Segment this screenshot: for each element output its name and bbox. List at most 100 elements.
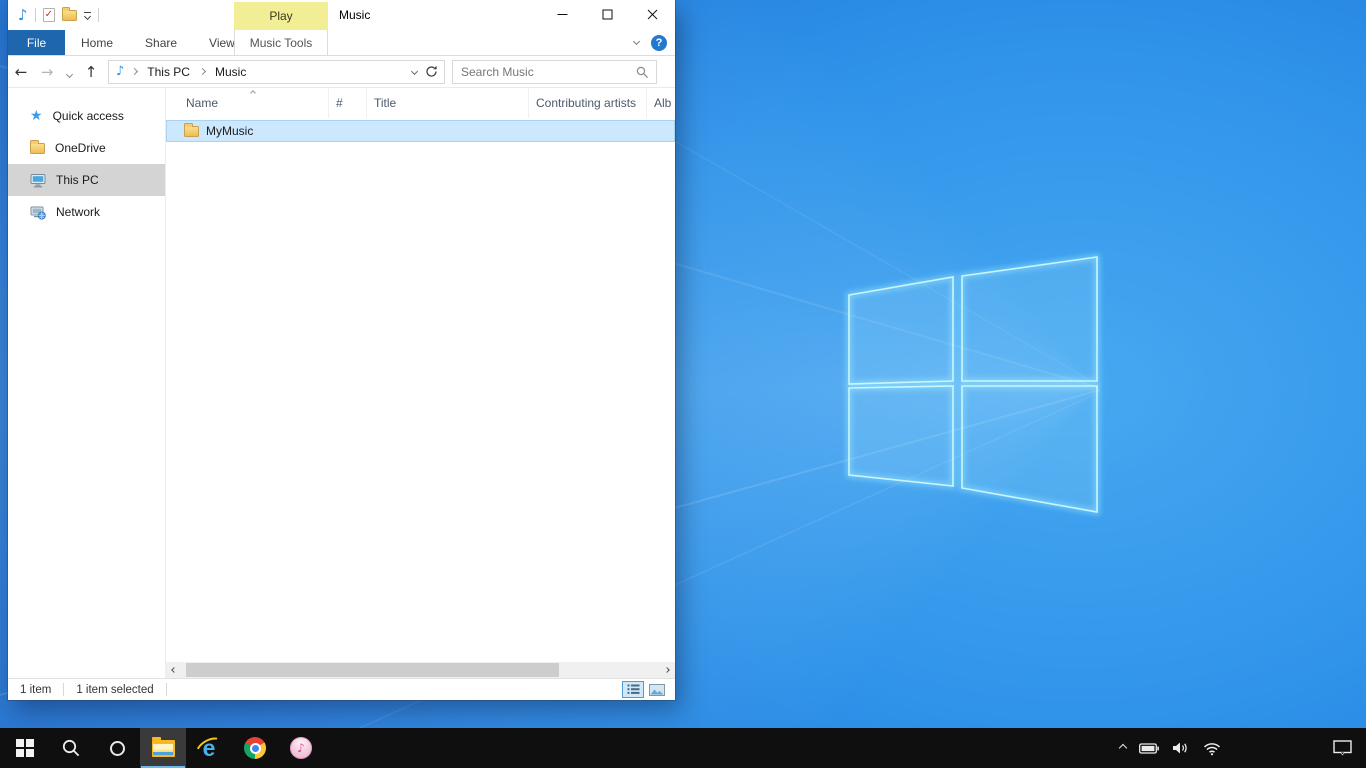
file-name: MyMusic bbox=[206, 124, 253, 138]
chevron-down-icon bbox=[84, 12, 91, 19]
chevron-right-icon bbox=[664, 667, 670, 673]
tab-music-tools[interactable]: Music Tools bbox=[234, 30, 328, 56]
back-button[interactable]: ← bbox=[8, 60, 34, 84]
file-row-mymusic[interactable]: MyMusic bbox=[166, 120, 675, 142]
expand-ribbon-button[interactable] bbox=[634, 39, 639, 44]
search-box bbox=[452, 60, 657, 84]
view-switcher bbox=[622, 681, 675, 698]
properties-icon: ✓ bbox=[43, 8, 55, 22]
column-header-number[interactable]: # bbox=[329, 88, 367, 118]
music-note-location-icon: ♪ bbox=[116, 65, 124, 78]
search-icon bbox=[61, 738, 81, 758]
thumbnails-view-button[interactable] bbox=[646, 681, 668, 698]
scrollbar-thumb[interactable] bbox=[186, 663, 559, 677]
up-button[interactable]: ↑ bbox=[78, 60, 104, 84]
details-view-button[interactable] bbox=[622, 681, 644, 698]
battery-icon bbox=[1139, 743, 1159, 754]
minimize-icon bbox=[557, 9, 568, 20]
wifi-tray-button[interactable] bbox=[1203, 741, 1221, 756]
action-center-icon bbox=[1333, 740, 1352, 756]
thumbnails-view-icon bbox=[649, 684, 665, 696]
ribbon-tabs: File Home Share View Music Tools ? bbox=[8, 30, 675, 56]
column-headers: Name # Title Contributing artists Alb bbox=[166, 88, 675, 118]
column-header-contributing-artists[interactable]: Contributing artists bbox=[529, 88, 647, 118]
refresh-icon bbox=[425, 65, 438, 78]
titlebar[interactable]: ♪ ✓ Play Music bbox=[8, 0, 675, 30]
contextual-tab-play[interactable]: Play bbox=[234, 2, 328, 30]
close-icon bbox=[647, 9, 658, 20]
system-tray bbox=[1120, 728, 1221, 768]
nav-arrows: ← → ↑ bbox=[8, 60, 104, 84]
explorer-window: ♪ ✓ Play Music bbox=[8, 0, 675, 700]
breadcrumb-this-pc[interactable]: This PC bbox=[145, 65, 192, 79]
start-button[interactable] bbox=[2, 728, 48, 768]
chevron-left-icon bbox=[171, 667, 177, 673]
file-explorer-icon bbox=[152, 740, 175, 757]
recent-locations-button[interactable] bbox=[60, 60, 78, 84]
separator bbox=[166, 683, 167, 696]
new-folder-button[interactable] bbox=[62, 10, 77, 21]
breadcrumb-music[interactable]: Music bbox=[213, 65, 248, 79]
search-icon[interactable] bbox=[636, 66, 649, 79]
properties-button[interactable]: ✓ bbox=[43, 8, 55, 22]
tab-share[interactable]: Share bbox=[129, 30, 193, 55]
taskbar-file-explorer-button[interactable] bbox=[140, 728, 186, 768]
horizontal-scrollbar[interactable] bbox=[166, 662, 675, 678]
breadcrumb-chevron-icon bbox=[131, 68, 138, 75]
maximize-button[interactable] bbox=[585, 0, 630, 29]
sidebar-item-label: Quick access bbox=[53, 109, 124, 123]
selected-count: 1 item selected bbox=[64, 684, 165, 696]
sidebar-item-network[interactable]: Network bbox=[8, 196, 165, 228]
minimize-button[interactable] bbox=[540, 0, 585, 29]
maximize-icon bbox=[602, 9, 613, 20]
taskbar-chrome-button[interactable] bbox=[232, 728, 278, 768]
windows-start-icon bbox=[16, 739, 34, 757]
navigation-toolbar: ← → ↑ ♪ This PC Music bbox=[8, 56, 675, 88]
action-center-button[interactable] bbox=[1333, 728, 1352, 768]
tab-file[interactable]: File bbox=[8, 30, 65, 55]
chevron-up-icon bbox=[1119, 744, 1127, 752]
file-list-body[interactable]: MyMusic bbox=[166, 118, 675, 662]
sidebar-item-this-pc[interactable]: This PC bbox=[8, 164, 165, 196]
new-folder-icon bbox=[62, 10, 77, 21]
internet-explorer-icon: e bbox=[196, 736, 222, 760]
help-button[interactable]: ? bbox=[651, 35, 667, 51]
sidebar-item-quick-access[interactable]: ★ Quick access bbox=[8, 100, 165, 132]
customize-quick-access-button[interactable] bbox=[84, 12, 91, 19]
status-bar: 1 item 1 item selected bbox=[8, 678, 675, 700]
column-header-title[interactable]: Title bbox=[367, 88, 529, 118]
refresh-button[interactable] bbox=[425, 65, 438, 78]
column-label: Alb bbox=[647, 96, 671, 110]
column-header-name[interactable]: Name bbox=[166, 88, 329, 118]
search-input[interactable] bbox=[453, 61, 656, 83]
column-label: Name bbox=[166, 96, 218, 110]
navigation-pane: ★ Quick access OneDrive This PC bbox=[8, 88, 165, 678]
column-header-album[interactable]: Alb bbox=[647, 88, 675, 118]
volume-icon bbox=[1172, 741, 1190, 755]
file-list-pane: Name # Title Contributing artists Alb bbox=[166, 88, 675, 678]
taskbar-search-button[interactable] bbox=[48, 728, 94, 768]
scroll-left-button[interactable] bbox=[166, 662, 182, 678]
forward-button[interactable]: → bbox=[34, 60, 60, 84]
breadcrumb-chevron-icon bbox=[199, 68, 206, 75]
volume-tray-button[interactable] bbox=[1172, 741, 1190, 755]
taskbar: e ♪ bbox=[0, 728, 1366, 768]
tab-home[interactable]: Home bbox=[65, 30, 129, 55]
taskbar-internet-explorer-button[interactable]: e bbox=[186, 728, 232, 768]
address-bar[interactable]: ♪ This PC Music bbox=[108, 60, 445, 84]
content-area: ★ Quick access OneDrive This PC bbox=[8, 88, 675, 678]
cortana-button[interactable] bbox=[94, 728, 140, 768]
sort-ascending-icon bbox=[250, 90, 256, 96]
taskbar-itunes-button[interactable]: ♪ bbox=[278, 728, 324, 768]
sidebar-item-onedrive[interactable]: OneDrive bbox=[8, 132, 165, 164]
show-hidden-icons-button[interactable] bbox=[1120, 745, 1126, 751]
battery-tray-button[interactable] bbox=[1139, 743, 1159, 754]
column-label: Contributing artists bbox=[529, 96, 636, 110]
chrome-icon bbox=[244, 737, 266, 759]
scroll-right-button[interactable] bbox=[659, 662, 675, 678]
screen: ♪ ✓ Play Music bbox=[0, 0, 1366, 768]
wifi-icon bbox=[1203, 741, 1221, 756]
close-button[interactable] bbox=[630, 0, 675, 29]
address-dropdown-button[interactable] bbox=[412, 69, 417, 74]
column-label: Title bbox=[367, 96, 396, 110]
